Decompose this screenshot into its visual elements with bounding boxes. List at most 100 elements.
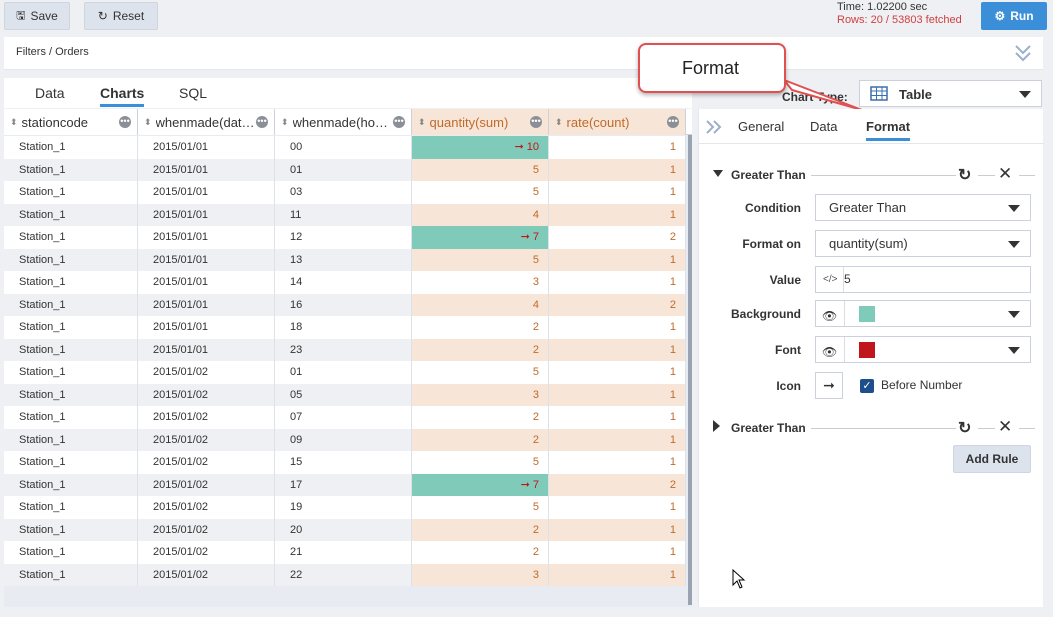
table-cell: 5	[412, 181, 549, 204]
table-row[interactable]: Station_1 2015/01/01 14 3 1	[4, 271, 686, 294]
table-row[interactable]: Station_1 2015/01/02 01 5 1	[4, 361, 686, 384]
column-header[interactable]: ⬍ stationcode •••	[4, 109, 138, 135]
cell-value: 4	[532, 208, 539, 221]
tab-panel-data[interactable]: Data	[810, 119, 837, 134]
table-cell: 5	[412, 496, 549, 519]
table-cell: 1	[549, 203, 686, 226]
more-options-icon[interactable]: •••	[667, 116, 679, 128]
column-header-label: rate(count)	[566, 114, 630, 130]
double-chevron-down-icon[interactable]	[1013, 43, 1033, 63]
format-on-select[interactable]: quantity(sum)	[815, 230, 1031, 257]
sort-icon[interactable]: ⬍	[10, 117, 18, 128]
column-header[interactable]: ⬍ rate(count) •••	[549, 109, 686, 135]
sort-icon[interactable]: ⬍	[418, 117, 426, 128]
run-button[interactable]: ⚙ Run	[981, 2, 1047, 30]
icon-label: Icon	[776, 379, 801, 393]
more-options-icon[interactable]: •••	[256, 116, 268, 128]
table-row[interactable]: Station_1 2015/01/02 09 2 1	[4, 428, 686, 451]
reset-button[interactable]: ↻ Reset	[84, 2, 158, 30]
cell-value: Station_1	[19, 501, 66, 513]
table-cell: 07	[275, 406, 412, 429]
rule2-title[interactable]: Greater Than	[731, 421, 806, 435]
table-row[interactable]: Station_1 2015/01/02 15 5 1	[4, 451, 686, 474]
table-row[interactable]: Station_1 2015/01/02 22 3 1	[4, 563, 686, 586]
add-rule-button[interactable]: Add Rule	[953, 445, 1031, 473]
table-row[interactable]: Station_1 2015/01/02 17 ➞ 7 2	[4, 473, 686, 496]
table-row[interactable]: Station_1 2015/01/01 11 4 1	[4, 203, 686, 226]
font-color-select[interactable]: 👁	[815, 336, 1031, 363]
refresh-icon[interactable]: ↻	[958, 165, 971, 185]
table-row[interactable]: Station_1 2015/01/01 00 ➞ 10 1	[4, 136, 686, 159]
cell-value: 17	[290, 478, 303, 491]
tab-sql[interactable]: SQL	[179, 85, 207, 101]
cell-value: 00	[290, 141, 303, 153]
table-row[interactable]: Station_1 2015/01/01 18 2 1	[4, 316, 686, 339]
cell-value: 2015/01/01	[153, 208, 209, 221]
table-row[interactable]: Station_1 2015/01/01 03 5 1	[4, 181, 686, 204]
eye-icon[interactable]: 👁	[822, 304, 837, 329]
caret-right-icon[interactable]	[713, 420, 720, 432]
cell-value: 2015/01/01	[153, 298, 209, 311]
table-row[interactable]: Station_1 2015/01/02 21 2 1	[4, 541, 686, 564]
cell-value: 05	[290, 388, 303, 401]
cell-value: Station_1	[19, 321, 66, 333]
close-icon[interactable]: ✕	[998, 164, 1012, 184]
tab-charts[interactable]: Charts	[100, 85, 145, 107]
icon-picker[interactable]: ➞	[815, 372, 843, 399]
save-button[interactable]: 🖫 Save	[4, 2, 70, 30]
cell-value: 5	[532, 456, 539, 468]
table-cell: 09	[275, 428, 412, 451]
more-options-icon[interactable]: •••	[393, 116, 405, 128]
sort-icon[interactable]: ⬍	[144, 117, 152, 128]
more-options-icon[interactable]: •••	[530, 116, 542, 128]
table-row[interactable]: Station_1 2015/01/02 05 3 1	[4, 383, 686, 406]
table-row[interactable]: Station_1 2015/01/01 12 ➞ 7 2	[4, 226, 686, 249]
table-row[interactable]: Station_1 2015/01/01 13 5 1	[4, 248, 686, 271]
table-row[interactable]: Station_1 2015/01/01 01 5 1	[4, 158, 686, 181]
eye-icon[interactable]: 👁	[822, 340, 837, 365]
tab-format[interactable]: Format	[866, 119, 911, 141]
table-row[interactable]: Station_1 2015/01/02 07 2 1	[4, 406, 686, 429]
cell-value: 2015/01/02	[153, 411, 209, 423]
rule1-title[interactable]: Greater Than	[731, 168, 806, 182]
background-color-select[interactable]: 👁	[815, 300, 1031, 327]
table-cell: 1	[549, 563, 686, 586]
column-header[interactable]: ⬍ whenmade(dat… •••	[138, 109, 275, 135]
column-header[interactable]: ⬍ whenmade(ho… •••	[275, 109, 412, 135]
table-row[interactable]: Station_1 2015/01/01 16 4 2	[4, 293, 686, 316]
table-row[interactable]: Station_1 2015/01/02 19 5 1	[4, 496, 686, 519]
table-cell: 22	[275, 563, 412, 586]
cell-value: 1	[669, 411, 676, 423]
tab-data[interactable]: Data	[35, 85, 65, 101]
cell-value: Station_1	[19, 343, 66, 356]
table-row[interactable]: Station_1 2015/01/02 20 2 1	[4, 518, 686, 541]
table-cell: 23	[275, 338, 412, 361]
double-chevron-right-icon[interactable]	[705, 119, 723, 135]
table-cell: Station_1	[4, 406, 138, 429]
table-row[interactable]: Station_1 2015/01/01 23 2 1	[4, 338, 686, 361]
tab-general[interactable]: General	[738, 119, 784, 134]
cell-value: 5	[532, 253, 539, 266]
column-header[interactable]: ⬍ quantity(sum) •••	[412, 109, 549, 135]
sort-icon[interactable]: ⬍	[555, 117, 563, 128]
cell-value: 2	[532, 433, 539, 446]
rows-readout: Rows: 20 / 53803 fetched	[837, 14, 962, 26]
more-options-icon[interactable]: •••	[119, 116, 131, 128]
table-cell: Station_1	[4, 338, 138, 361]
table-cell: 2	[412, 338, 549, 361]
table-cell: 1	[549, 316, 686, 339]
chart-type-select[interactable]: Table	[859, 80, 1042, 107]
table-cell: 2	[549, 473, 686, 496]
condition-select[interactable]: Greater Than	[815, 194, 1031, 221]
caret-down-icon[interactable]	[713, 170, 723, 177]
arrow-right-icon: ➞	[520, 478, 533, 491]
vertical-scrollbar[interactable]	[688, 135, 692, 605]
close-icon[interactable]: ✕	[998, 417, 1012, 437]
table-cell: 2015/01/02	[138, 383, 275, 406]
refresh-icon[interactable]: ↻	[958, 418, 971, 438]
cell-value: 3	[532, 568, 539, 581]
value-input[interactable]: </> 5	[815, 266, 1031, 293]
data-table: ⬍ stationcode ••• ⬍ whenmade(dat… ••• ⬍ whenmad…	[4, 109, 692, 607]
sort-icon[interactable]: ⬍	[281, 117, 289, 128]
before-number-checkbox[interactable]: ✓	[860, 379, 874, 393]
